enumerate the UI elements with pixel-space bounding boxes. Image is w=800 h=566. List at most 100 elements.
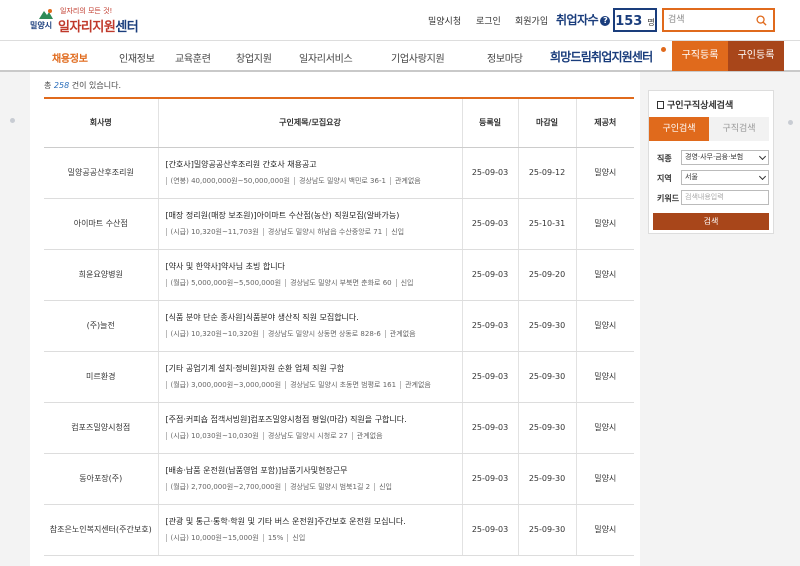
job-pay: (시급) 10,320원~10,320원	[165, 330, 263, 338]
title-cell: [관광 및 통근·통학·학원 및 기타 버스 운전원]주간보호 운전원 모십니다…	[157, 504, 462, 556]
job-meta: (월급) 5,000,000원~5,500,000원 경상남도 밀양시 부북면 춘…	[165, 278, 462, 288]
chevron-down-icon	[758, 172, 767, 181]
keyword-input[interactable]: 검색내용입력	[681, 190, 769, 205]
job-title-link[interactable]: [관광 및 통근·통학·학원 및 기타 버스 운전원]주간보호 운전원 모십니다…	[166, 516, 462, 527]
detail-search-button[interactable]: 검색	[653, 213, 769, 230]
provider: 밀양시	[575, 453, 634, 505]
job-career: 관계없음	[400, 381, 435, 389]
table-row[interactable]: 컴포즈밀양시청점 [주점·커피숍 접객서빙원]컴포즈밀양시청점 평일(마감) 직원…	[44, 402, 634, 454]
tab-job-offer-search[interactable]: 구인검색	[649, 117, 709, 141]
company-name[interactable]: 밀양공공산후조리원	[44, 165, 158, 180]
table-header-row: 회사명 구인제목/모집요강 등록일 마감일 제공처	[44, 99, 634, 148]
job-pay: (월급) 5,000,000원~5,500,000원	[165, 279, 286, 287]
job-career: 신입	[287, 534, 310, 542]
nav-job-services[interactable]: 일자리서비스	[299, 50, 353, 65]
job-pay: (월급) 3,000,000원~3,000,000원	[165, 381, 286, 389]
deadline-date: 25-09-12	[517, 147, 576, 199]
company-name[interactable]: 참조은노인복지센터(주간보호)	[44, 522, 158, 537]
job-title-link[interactable]: [주점·커피숍 접객서빙원]컴포즈밀양시청점 평일(마감) 직원을 구합니다.	[166, 414, 462, 425]
table-row[interactable]: (주)늘전 [식품 분야 단순 종사원]식품분야 생산직 직원 모집합니다. (시급…	[44, 300, 634, 352]
job-title-link[interactable]: [약사 및 한약사]약사님 초빙 합니다	[166, 261, 462, 272]
link-login[interactable]: 로그인	[476, 14, 501, 27]
job-seeker-register-button[interactable]: 구직등록	[672, 41, 728, 71]
col-registered: 등록일	[461, 99, 518, 148]
logo-tagline: 일자리의 모든 것!	[60, 7, 113, 15]
job-career: 관계없음	[389, 177, 425, 185]
job-title-link[interactable]: [간호사]밀양공공산후조리원 간호사 채용공고	[166, 159, 462, 170]
job-count-value: 153	[615, 14, 643, 29]
table-row[interactable]: 참조은노인복지센터(주간보호) [관광 및 통근·통학·학원 및 기타 버스 운전…	[44, 504, 634, 556]
company-cell: 아이마트 수산점	[44, 198, 158, 250]
detail-search-title: 구인구직상세검색	[657, 98, 733, 111]
nav-company-support[interactable]: 기업사랑지원	[391, 50, 445, 65]
top-header: 일자리의 모든 것! 밀양시 일자리지원센터 밀양시청 로그인 회원가입 취업자…	[0, 0, 800, 40]
provider: 밀양시	[575, 147, 634, 199]
company-name[interactable]: 아이마트 수산점	[44, 216, 158, 231]
search-icon[interactable]	[756, 15, 767, 26]
total-suffix: 건이 있습니다.	[71, 81, 121, 90]
hope-dream-center-link[interactable]: 희망드림취업지원센터	[550, 48, 653, 65]
job-pay: (연봉) 40,000,000원~50,000,000원	[165, 177, 294, 185]
registered-date: 25-09-03	[461, 249, 518, 301]
title-cell: [매장 정리원(매장 보조원)]아이마트 수산점(농산) 직원모집(알바가능) (…	[157, 198, 462, 250]
table-row[interactable]: 동아포장(주) [배송·납품 운전원(납품영업 포함)]납품기사및현장근무 (월급)…	[44, 453, 634, 505]
deadline-date: 25-09-30	[517, 504, 576, 556]
link-city-hall[interactable]: 밀양시청	[428, 14, 461, 27]
job-title-link[interactable]: [식품 분야 단순 종사원]식품분야 생산직 직원 모집합니다.	[166, 312, 462, 323]
job-offer-register-button[interactable]: 구인등록	[728, 41, 784, 71]
registered-date: 25-09-03	[461, 402, 518, 454]
nav-job-info[interactable]: 채용정보	[52, 50, 88, 65]
registered-date: 25-09-03	[461, 300, 518, 352]
registered-date: 25-09-03	[461, 147, 518, 199]
tab-job-seeker-search[interactable]: 구직검색	[709, 117, 769, 141]
job-meta: (시급) 10,320원~11,703원 경상남도 밀양시 하남읍 수산중앙로 7…	[165, 227, 462, 237]
region-select[interactable]: 서울	[681, 170, 769, 185]
registered-date: 25-09-03	[461, 453, 518, 505]
company-cell: 컴포즈밀양시청점	[44, 402, 158, 454]
title-cell: [배송·납품 운전원(납품영업 포함)]납품기사및현장근무 (월급) 2,700,…	[157, 453, 462, 505]
company-cell: 희윤요양병원	[44, 249, 158, 301]
site-logo[interactable]: 일자리의 모든 것! 밀양시 일자리지원센터	[30, 6, 150, 36]
job-title-link[interactable]: [매장 정리원(매장 보조원)]아이마트 수산점(농산) 직원모집(알바가능)	[166, 210, 462, 221]
registered-date: 25-09-03	[461, 351, 518, 403]
job-title-link[interactable]: [기타 공업기계 설치·정비원]자원 순환 업체 직원 구함	[166, 363, 462, 374]
job-location: 경상남도 밀양시 하남읍 수산중앙로 71	[262, 228, 387, 236]
job-meta: (연봉) 40,000,000원~50,000,000원 경상남도 밀양시 백민로…	[165, 176, 462, 186]
company-name[interactable]: 동아포장(주)	[44, 471, 158, 486]
nav-talent-info[interactable]: 인재정보	[119, 50, 155, 65]
registered-date: 25-09-03	[461, 198, 518, 250]
company-cell: 밀양공공산후조리원	[44, 147, 158, 199]
col-deadline: 마감일	[517, 99, 576, 148]
job-career: 관계없음	[384, 330, 420, 338]
table-row[interactable]: 미르환경 [기타 공업기계 설치·정비원]자원 순환 업체 직원 구함 (월급) 3…	[44, 351, 634, 403]
company-name[interactable]: (주)늘전	[44, 318, 158, 333]
job-career: 신입	[374, 483, 396, 491]
deadline-date: 25-09-30	[517, 402, 576, 454]
side-decoration-dot	[788, 120, 793, 125]
main-nav: 채용정보 인재정보 교육훈련 창업지원 일자리서비스 기업사랑지원 정보마당 희…	[0, 40, 800, 72]
table-row[interactable]: 아이마트 수산점 [매장 정리원(매장 보조원)]아이마트 수산점(농산) 직원모…	[44, 198, 634, 250]
company-name[interactable]: 미르환경	[44, 369, 158, 384]
help-icon[interactable]: ?	[600, 16, 611, 26]
nav-training[interactable]: 교육훈련	[175, 50, 211, 65]
company-name[interactable]: 컴포즈밀양시청점	[44, 420, 158, 435]
job-location: 경상남도 밀양시 백민로 36-1	[293, 177, 390, 185]
nav-info-board[interactable]: 정보마당	[487, 50, 523, 65]
occupation-select[interactable]: 경영·사무·금융·보험	[681, 150, 769, 165]
occupation-label: 직종	[657, 154, 672, 163]
provider: 밀양시	[575, 300, 634, 352]
provider: 밀양시	[575, 504, 634, 556]
table-row[interactable]: 희윤요양병원 [약사 및 한약사]약사님 초빙 합니다 (월급) 5,000,000…	[44, 249, 634, 301]
company-cell: 동아포장(주)	[44, 453, 158, 505]
search-input[interactable]	[668, 12, 752, 28]
job-title-link[interactable]: [배송·납품 운전원(납품영업 포함)]납품기사및현장근무	[166, 465, 462, 476]
occupation-value: 경영·사무·금융·보험	[685, 153, 744, 161]
job-pay: (월급) 2,700,000원~2,700,000원	[165, 483, 286, 491]
company-name[interactable]: 희윤요양병원	[44, 267, 158, 282]
nav-startup[interactable]: 창업지원	[236, 50, 272, 65]
deadline-date: 25-09-30	[517, 351, 576, 403]
detail-search-panel: 구인구직상세검색 구인검색 구직검색 직종 경영·사무·금융·보험 지역 서울 …	[648, 90, 774, 234]
table-row[interactable]: 밀양공공산후조리원 [간호사]밀양공공산후조리원 간호사 채용공고 (연봉) 40,…	[44, 147, 634, 199]
job-meta: (시급) 10,000원~15,000원 15% 신입	[165, 533, 462, 543]
link-signup[interactable]: 회원가입	[515, 14, 548, 27]
